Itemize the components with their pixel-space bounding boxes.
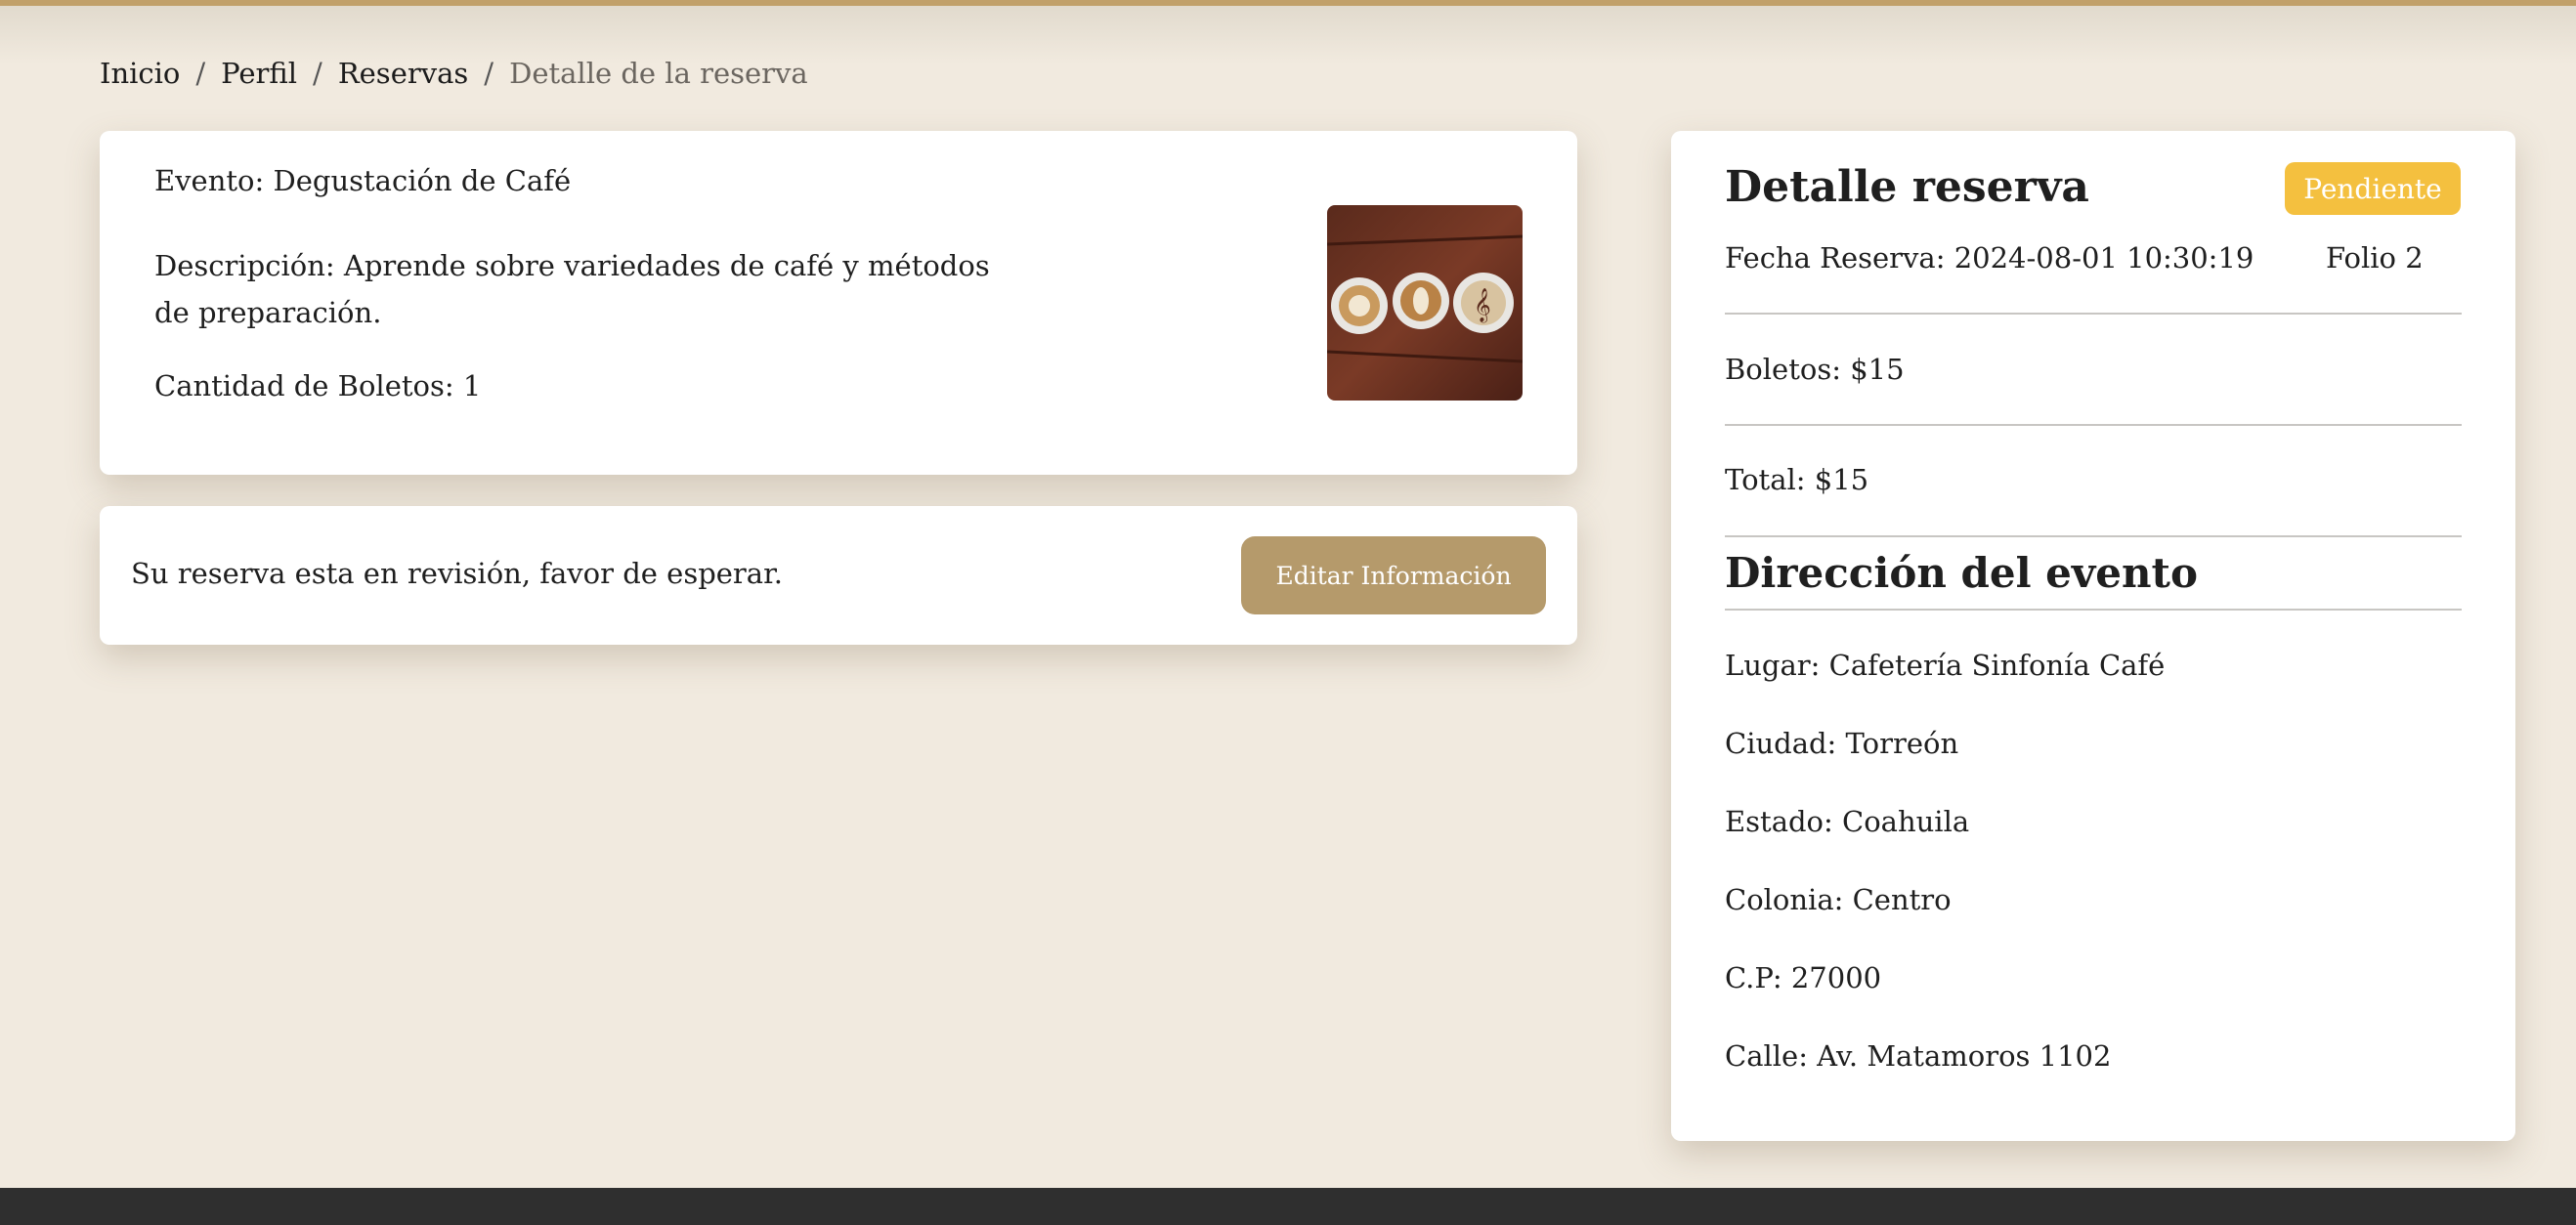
event-tickets: Cantidad de Boletos: 1 [154,369,482,402]
breadcrumb-reservas[interactable]: Reservas [338,57,468,90]
divider [1725,609,2462,611]
breadcrumb-perfil[interactable]: Perfil [221,57,297,90]
reservation-folio: Folio 2 [2326,241,2424,275]
reservation-date: Fecha Reserva: 2024-08-01 10:30:19 [1725,241,2254,275]
event-name: Evento: Degustación de Café [154,164,572,197]
address-state: Estado: Coahuila [1725,805,1970,838]
breadcrumb-current: Detalle de la reserva [509,57,808,90]
address-title: Dirección del evento [1725,549,2198,597]
address-colony: Colonia: Centro [1725,883,1952,916]
header-shade [0,6,2576,64]
coffee-cups-image: 𝄞 [1327,205,1523,401]
tickets-price: Boletos: $15 [1725,353,1905,386]
event-description: Descripción: Aprende sobre variedades de… [154,249,990,329]
status-badge: Pendiente [2285,162,2461,215]
breadcrumb: Inicio / Perfil / Reservas / Detalle de … [100,57,808,90]
divider [1725,313,2462,315]
address-zip: C.P: 27000 [1725,961,1882,994]
total-price: Total: $15 [1725,463,1869,496]
address-street: Calle: Av. Matamoros 1102 [1725,1039,2112,1073]
divider [1725,424,2462,426]
status-message: Su reserva esta en revisión, favor de es… [131,557,783,590]
detail-title: Detalle reserva [1725,162,2089,212]
footer [0,1188,2576,1225]
edit-information-button[interactable]: Editar Información [1241,536,1546,614]
divider [1725,535,2462,537]
svg-text:𝄞: 𝄞 [1474,288,1491,323]
breadcrumb-separator: / [484,57,494,90]
breadcrumb-separator: / [195,57,206,90]
address-city: Ciudad: Torreón [1725,727,1959,760]
breadcrumb-separator: / [313,57,322,90]
address-place: Lugar: Cafetería Sinfonía Café [1725,649,2166,682]
breadcrumb-inicio[interactable]: Inicio [100,57,180,90]
